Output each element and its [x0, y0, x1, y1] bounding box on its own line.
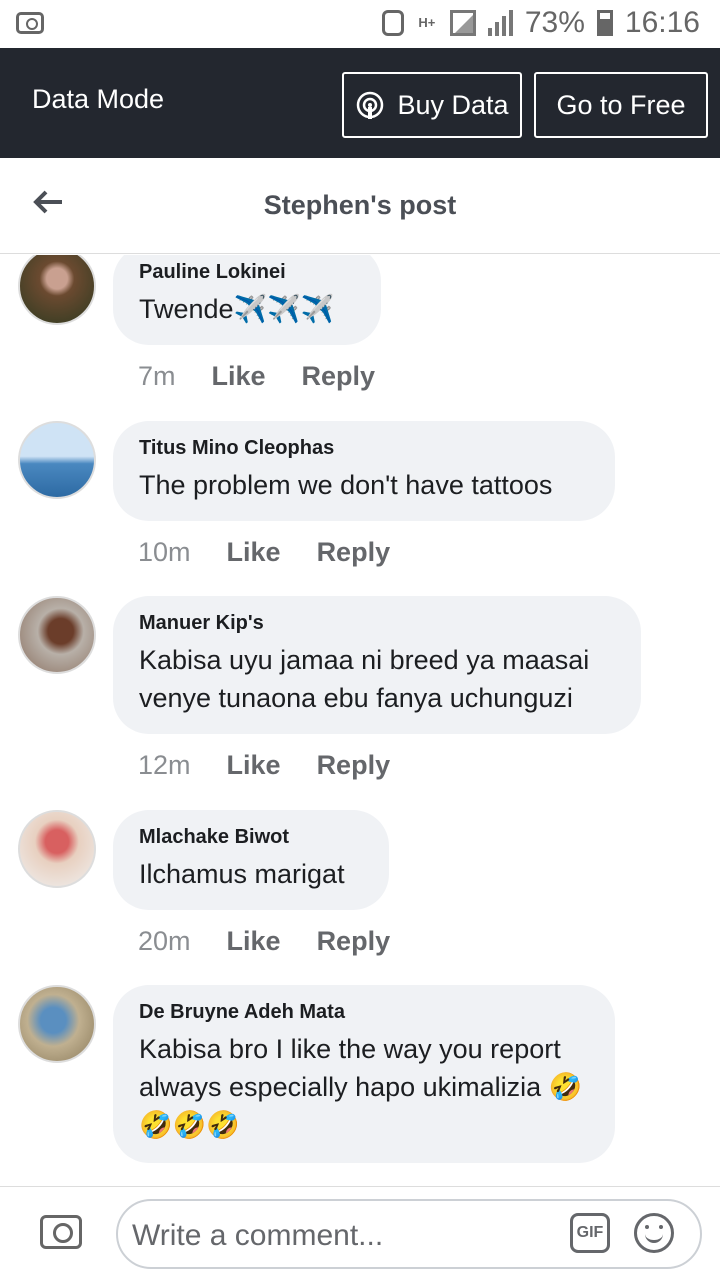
like-button[interactable]: Like	[227, 537, 281, 568]
network-type-icon: H+	[418, 15, 436, 30]
comment-author[interactable]: Titus Mino Cleophas	[139, 437, 589, 460]
data-mode-label: Data Mode	[32, 84, 165, 114]
post-header: Stephen's post	[0, 158, 720, 254]
comment-text: Ilchamus marigat	[139, 859, 345, 889]
comment-actions: 20m Like Reply	[138, 926, 390, 957]
comment-placeholder: Write a comment...	[132, 1219, 384, 1252]
comment-author[interactable]: Mlachake Biwot	[139, 826, 363, 849]
comment-list[interactable]: Pauline Lokinei Twende✈️✈️✈️ 7m Like Rep…	[0, 255, 720, 1185]
comment-author[interactable]: Pauline Lokinei	[139, 261, 355, 284]
comment-text: The problem we don't have tattoos	[139, 470, 553, 500]
comment-input[interactable]: Write a comment... GIF	[116, 1199, 702, 1269]
comment-actions: 10m Like Reply	[138, 537, 390, 568]
comment-author[interactable]: Manuer Kip's	[139, 612, 615, 635]
comment-time: 20m	[138, 926, 191, 956]
buy-data-button[interactable]: Buy Data	[342, 72, 522, 138]
page-title: Stephen's post	[263, 190, 457, 220]
comment-composer: Write a comment... GIF	[0, 1186, 720, 1280]
like-button[interactable]: Like	[212, 361, 266, 392]
reply-button[interactable]: Reply	[317, 537, 391, 568]
reply-button[interactable]: Reply	[302, 361, 376, 392]
camera-icon[interactable]	[40, 1215, 82, 1249]
avatar[interactable]	[18, 255, 96, 325]
avatar[interactable]	[18, 596, 96, 674]
battery-percent: 73%	[524, 6, 585, 39]
comment-text: Twende✈️✈️✈️	[139, 294, 335, 324]
comment-text: Kabisa bro I like the way you report alw…	[139, 1034, 583, 1140]
go-to-free-button[interactable]: Go to Free	[534, 72, 708, 138]
like-button[interactable]: Like	[227, 926, 281, 957]
like-button[interactable]: Like	[227, 750, 281, 781]
data-mode-bar: Data Mode Buy Data Go to Free	[0, 48, 720, 158]
gif-button[interactable]: GIF	[570, 1213, 610, 1253]
clock: 16:16	[624, 6, 700, 39]
status-bar: H+ 73% 16:16	[0, 0, 720, 48]
smiley-icon[interactable]	[634, 1213, 674, 1253]
comment-bubble[interactable]: Titus Mino Cleophas The problem we don't…	[113, 421, 615, 521]
avatar[interactable]	[18, 421, 96, 499]
phone-icon	[381, 10, 404, 36]
broadcast-icon	[357, 91, 384, 119]
signal-box-icon	[449, 10, 476, 36]
comment-bubble[interactable]: De Bruyne Adeh Mata Kabisa bro I like th…	[113, 985, 615, 1163]
comment-time: 7m	[138, 361, 176, 391]
comment-actions: 7m Like Reply	[138, 361, 375, 392]
reply-button[interactable]: Reply	[317, 750, 391, 781]
comment-bubble[interactable]: Mlachake Biwot Ilchamus marigat	[113, 810, 389, 910]
avatar[interactable]	[18, 810, 96, 888]
go-to-free-label: Go to Free	[556, 89, 686, 120]
comment-time: 10m	[138, 537, 191, 567]
comment-author[interactable]: De Bruyne Adeh Mata	[139, 1001, 589, 1024]
comment-actions: 12m Like Reply	[138, 750, 390, 781]
buy-data-label: Buy Data	[397, 89, 509, 120]
signal-bars-icon	[487, 10, 513, 36]
screenshot-icon	[16, 12, 44, 34]
battery-icon	[596, 10, 613, 36]
comment-bubble[interactable]: Manuer Kip's Kabisa uyu jamaa ni breed y…	[113, 596, 641, 734]
status-icons: H+ 73% 16:16	[381, 6, 700, 40]
reply-button[interactable]: Reply	[317, 926, 391, 957]
comment-text: Kabisa uyu jamaa ni breed ya maasai veny…	[139, 645, 590, 713]
avatar[interactable]	[18, 985, 96, 1063]
comment-time: 12m	[138, 750, 191, 780]
comment-bubble[interactable]: Pauline Lokinei Twende✈️✈️✈️	[113, 255, 381, 345]
